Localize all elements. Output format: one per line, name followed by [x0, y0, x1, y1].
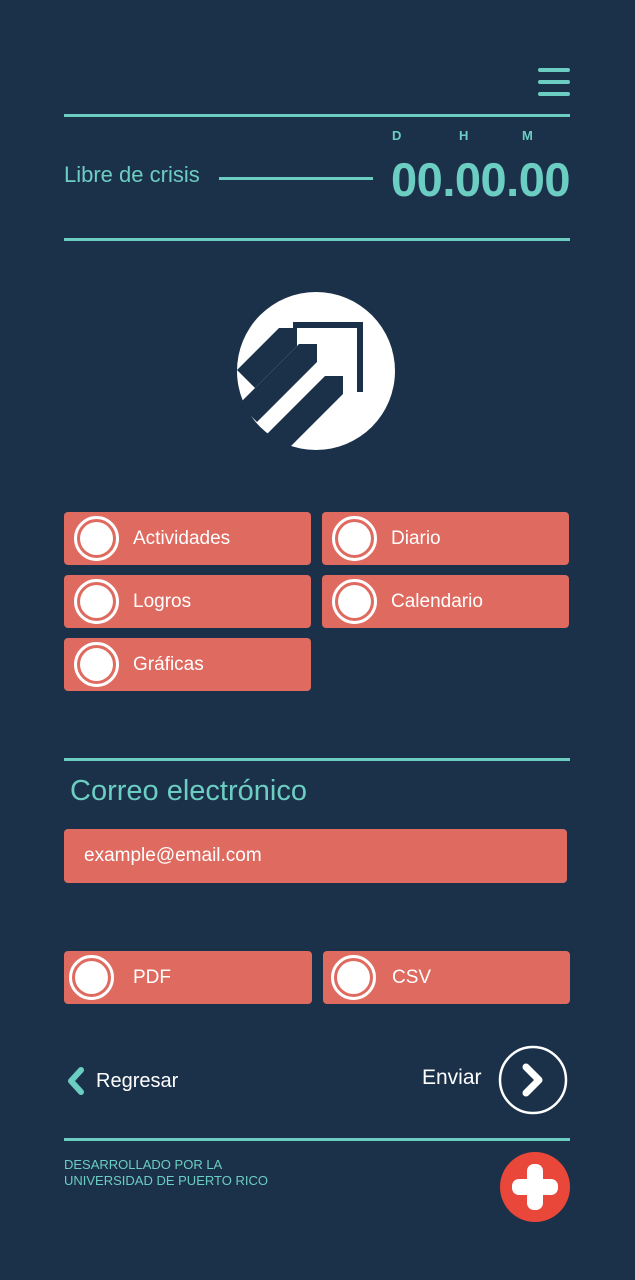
credit-line-1: DESARROLLADO POR LA	[64, 1157, 223, 1172]
timer-hours-unit: H	[459, 128, 469, 143]
pdf-option[interactable]: PDF	[64, 951, 312, 1004]
back-label: Regresar	[96, 1070, 179, 1092]
chevron-right-icon	[522, 1063, 543, 1097]
menu-icon[interactable]	[538, 68, 570, 98]
diario-option[interactable]: Diario	[322, 512, 569, 565]
developer-credit: DESARROLLADO POR LA UNIVERSIDAD DE PUERT…	[64, 1157, 268, 1189]
actividades-option[interactable]: Actividades	[64, 512, 311, 565]
add-button[interactable]	[499, 1151, 571, 1223]
email-input[interactable]	[64, 829, 567, 883]
crisis-free-timer: 00.00.00	[391, 153, 570, 206]
actividades-label: Actividades	[133, 528, 231, 549]
graficas-radio[interactable]	[74, 642, 119, 687]
logros-radio[interactable]	[74, 579, 119, 624]
logros-label: Logros	[133, 591, 192, 612]
email-divider	[64, 758, 570, 761]
csv-label: CSV	[392, 967, 432, 988]
calendario-radio[interactable]	[332, 579, 377, 624]
credit-line-2: UNIVERSIDAD DE PUERTO RICO	[64, 1173, 268, 1188]
chevron-left-icon	[68, 1067, 84, 1095]
pdf-label: PDF	[133, 967, 171, 988]
calendario-option[interactable]: Calendario	[322, 575, 569, 628]
timer-minutes-unit: M	[522, 128, 533, 143]
timer-days-unit: D	[392, 128, 402, 143]
top-divider	[64, 114, 570, 117]
csv-option[interactable]: CSV	[323, 951, 570, 1004]
email-section-title: Correo electrónico	[70, 775, 307, 807]
calendario-label: Calendario	[391, 591, 483, 612]
diario-label: Diario	[391, 528, 441, 549]
graficas-option[interactable]: Gráficas	[64, 638, 311, 691]
footer-divider	[64, 1138, 570, 1141]
send-button[interactable]	[498, 1045, 568, 1115]
actividades-radio[interactable]	[74, 516, 119, 561]
diario-radio[interactable]	[332, 516, 377, 561]
send-label[interactable]: Enviar	[422, 1066, 482, 1090]
pdf-radio[interactable]	[69, 955, 114, 1000]
graficas-label: Gráficas	[133, 654, 204, 675]
csv-radio[interactable]	[331, 955, 376, 1000]
header-divider	[64, 238, 570, 241]
app-logo	[237, 292, 395, 450]
logros-option[interactable]: Logros	[64, 575, 311, 628]
crisis-connector-line	[219, 177, 373, 180]
crisis-free-label: Libre de crisis	[64, 162, 200, 187]
